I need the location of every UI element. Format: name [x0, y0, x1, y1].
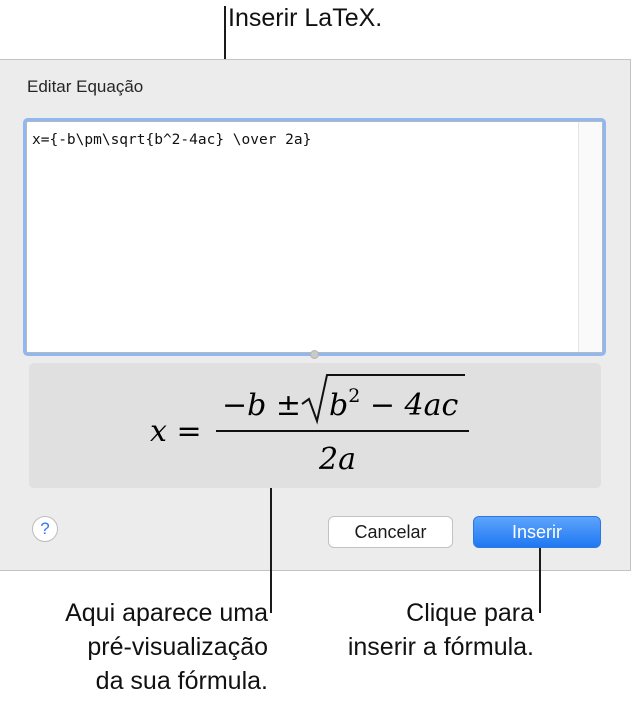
help-button[interactable]: ?: [32, 516, 58, 542]
latex-input-text[interactable]: x={-b\pm\sqrt{b^2-4ac} \over 2a}: [32, 132, 311, 148]
dialog-title: Editar Equação: [27, 77, 144, 96]
editor-scrollbar[interactable]: [578, 122, 602, 352]
edit-equation-dialog: Editar Equação x={-b\pm\sqrt{b^2-4ac} \o…: [0, 59, 631, 571]
latex-editor[interactable]: x={-b\pm\sqrt{b^2-4ac} \over 2a}: [26, 121, 603, 353]
formula-numerator: −b ±: [222, 388, 301, 423]
callout-preview-line-1: Aqui aparece uma: [65, 599, 268, 627]
callout-insert: Clique para inserir a fórmula.: [300, 596, 534, 664]
formula-render: x = −b ± b2 − 4ac 2a: [150, 374, 469, 477]
callout-line-preview: [270, 488, 272, 613]
formula-denominator: 2a: [318, 442, 356, 477]
cancel-button[interactable]: Cancelar: [328, 516, 453, 548]
formula-preview: x = −b ± b2 − 4ac 2a: [29, 363, 601, 488]
insert-button[interactable]: Inserir: [473, 516, 601, 548]
callout-latex: Inserir LaTeX.: [228, 4, 383, 32]
resize-handle[interactable]: [310, 350, 319, 359]
callout-preview-line-2: pré-visualização: [87, 633, 268, 661]
callout-line-insert: [539, 548, 541, 613]
callout-preview: Aqui aparece uma pré-visualização da sua…: [36, 596, 268, 698]
callout-insert-line-2: inserir a fórmula.: [347, 633, 534, 661]
question-mark-icon: ?: [40, 519, 50, 538]
callout-insert-line-1: Clique para: [406, 599, 534, 627]
callout-preview-line-3: da sua fórmula.: [95, 667, 268, 695]
formula-radicand: b2 − 4ac: [329, 385, 458, 423]
formula-lhs: x =: [150, 414, 202, 449]
